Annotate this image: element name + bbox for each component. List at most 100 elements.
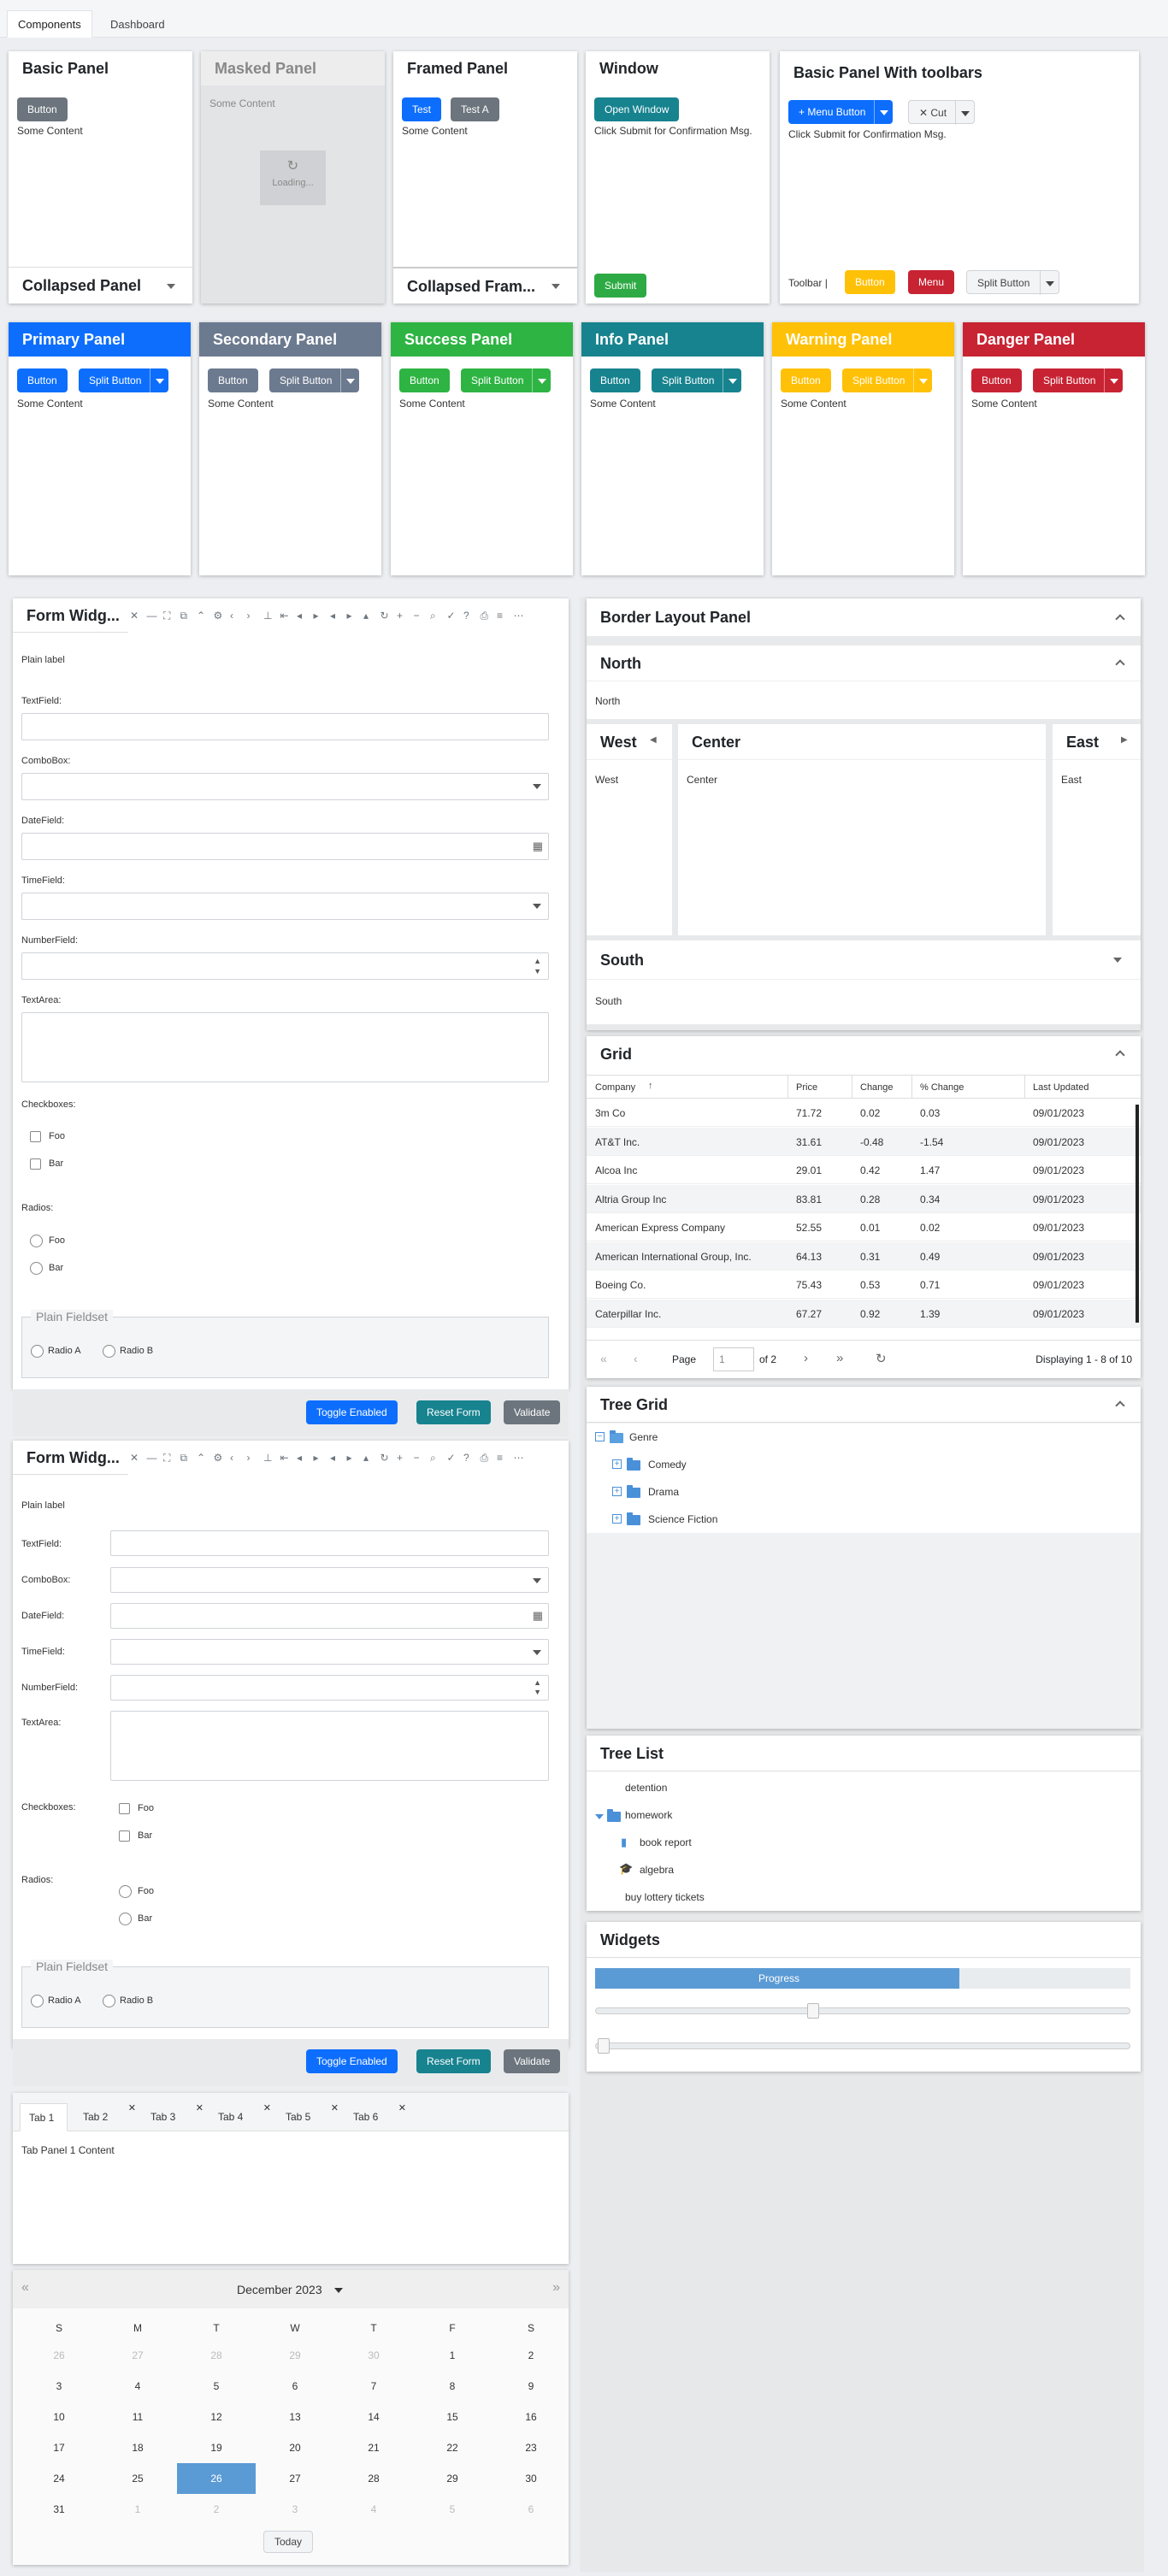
calendar-icon[interactable]: ▦ [533,840,543,853]
next-page-icon[interactable]: › [804,1351,808,1365]
calendar-day[interactable]: 12 [177,2402,256,2432]
collapse-icon[interactable]: ⌃ [197,598,205,633]
spinner-arrows-icon[interactable]: ▲ ▼ [534,956,541,976]
toggle-enabled-button[interactable]: Toggle Enabled [306,2049,398,2073]
validate-button[interactable]: Validate [504,2049,561,2073]
combo-box[interactable] [21,773,549,800]
tab-6[interactable]: Tab 6 ✕ [345,2103,406,2131]
up-icon[interactable]: ▴ [363,598,369,633]
calendar-day[interactable]: 5 [177,2371,256,2402]
tree-item[interactable]: buy lottery tickets [625,1891,705,1903]
slider-track[interactable] [595,2003,1130,2019]
split-arrow-icon[interactable] [723,368,741,392]
sort-asc-icon[interactable]: ↑ [648,1081,653,1091]
radio-a[interactable] [31,1995,44,2007]
basic-button[interactable]: Button [17,97,68,121]
split-arrow-icon[interactable] [1104,368,1123,392]
calendar-day[interactable]: 15 [413,2402,492,2432]
right-icon[interactable]: ▸ [314,1441,319,1475]
left2-icon[interactable]: ◂ [330,1441,335,1475]
plus-icon[interactable]: + [397,598,403,633]
table-row[interactable]: Altria Group Inc 83.81 0.28 0.34 09/01/2023 [587,1184,1141,1213]
first-page-icon[interactable]: « [600,1352,607,1365]
print-icon[interactable]: ⎙ [481,1441,489,1475]
pin-icon[interactable]: ⊥ [263,1441,272,1475]
collapse-icon[interactable]: ⌃ [197,1441,205,1475]
tab-components[interactable]: Components [7,10,92,38]
reset-form-button[interactable]: Reset Form [416,2049,491,2073]
tree-root[interactable]: Genre [629,1431,658,1443]
open-window-button[interactable]: Open Window [594,97,680,121]
foo-checkbox[interactable] [119,1803,130,1814]
expand-node-icon[interactable]: + [612,1514,622,1524]
slider-thumb[interactable] [598,2038,610,2054]
collapsed-framed-panel[interactable]: Collapsed Fram... [393,267,577,304]
table-row[interactable]: American International Group, Inc. 64.13 0… [587,1241,1141,1270]
panel-button[interactable]: Button [17,368,68,392]
bar-checkbox[interactable] [30,1158,41,1170]
close-tab-icon[interactable]: ✕ [128,2095,136,2123]
calendar-day[interactable]: 26 [177,2463,256,2494]
radio-b[interactable] [103,1345,115,1358]
foo-checkbox[interactable] [30,1131,41,1142]
tab-4[interactable]: Tab 4 ✕ [209,2103,271,2131]
split-button[interactable]: Split Button [461,368,552,392]
calendar-day[interactable]: 30 [492,2463,569,2494]
calendar-day[interactable]: 21 [334,2432,413,2463]
split-button[interactable]: Split Button [1033,368,1124,392]
expand-icon[interactable]: ≡ [497,598,503,633]
column-header[interactable]: Change [860,1082,894,1093]
next-month-icon[interactable]: » [552,2280,560,2296]
close-icon[interactable]: ✕ [130,1441,139,1475]
tree-item[interactable]: detention [625,1782,667,1794]
validate-button[interactable]: Validate [504,1400,561,1424]
spinner-arrows-icon[interactable]: ▲ ▼ [534,1678,541,1697]
calendar-day[interactable]: 24 [20,2463,98,2494]
right2-icon[interactable]: ▸ [347,598,352,633]
panel-button[interactable]: Button [781,368,831,392]
time-field[interactable] [110,1639,549,1665]
tab-dashboard[interactable]: Dashboard [99,10,176,38]
close-tab-icon[interactable]: ✕ [398,2095,406,2123]
bar-checkbox[interactable] [119,1830,130,1842]
help-icon[interactable]: ? [463,598,469,633]
refresh-icon[interactable]: ↻ [380,598,389,633]
time-field[interactable] [21,893,549,920]
grid-scrollbar[interactable] [1136,1105,1139,1323]
tree-node[interactable]: Drama [648,1486,679,1498]
text-field[interactable] [21,713,549,740]
calendar-day[interactable]: 10 [20,2402,98,2432]
prev-icon[interactable]: ‹ [230,1441,233,1475]
tree-item[interactable]: homework [625,1809,672,1821]
restore-icon[interactable]: ⧉ [180,1441,188,1475]
bar-radio[interactable] [119,1913,132,1925]
calendar-day[interactable]: 31 [20,2494,98,2525]
minimize-icon[interactable]: — [147,598,157,633]
cut-button[interactable]: ✕ Cut [908,100,976,125]
split-arrow-icon[interactable] [340,368,359,392]
calendar-day[interactable]: 25 [98,2463,177,2494]
calendar-day[interactable]: 14 [334,2402,413,2432]
test-a-button[interactable]: Test A [451,97,499,121]
minimize-icon[interactable]: — [147,1441,157,1475]
panel-button[interactable]: Button [208,368,258,392]
calendar-day[interactable]: 30 [334,2340,413,2371]
split-button[interactable]: Split Button [842,368,933,392]
calendar-day[interactable]: 29 [256,2340,334,2371]
date-field[interactable]: ▦ [21,833,549,860]
calendar-day[interactable]: 26 [20,2340,98,2371]
calendar-day[interactable]: 11 [98,2402,177,2432]
foo-radio[interactable] [119,1885,132,1898]
split-button[interactable]: Split Button [652,368,742,392]
today-button[interactable]: Today [263,2531,314,2553]
collapsed-panel[interactable]: Collapsed Panel [9,267,192,304]
calendar-day[interactable]: 28 [177,2340,256,2371]
column-header[interactable]: % Change [920,1082,964,1093]
unpin-icon[interactable]: ⇤ [280,1441,289,1475]
calendar-day[interactable]: 28 [334,2463,413,2494]
radio-a[interactable] [31,1345,44,1358]
calendar-day[interactable]: 19 [177,2432,256,2463]
calendar-day[interactable]: 3 [256,2494,334,2525]
bar-radio[interactable] [30,1262,43,1275]
maximize-icon[interactable]: ⛶ [163,1441,170,1475]
